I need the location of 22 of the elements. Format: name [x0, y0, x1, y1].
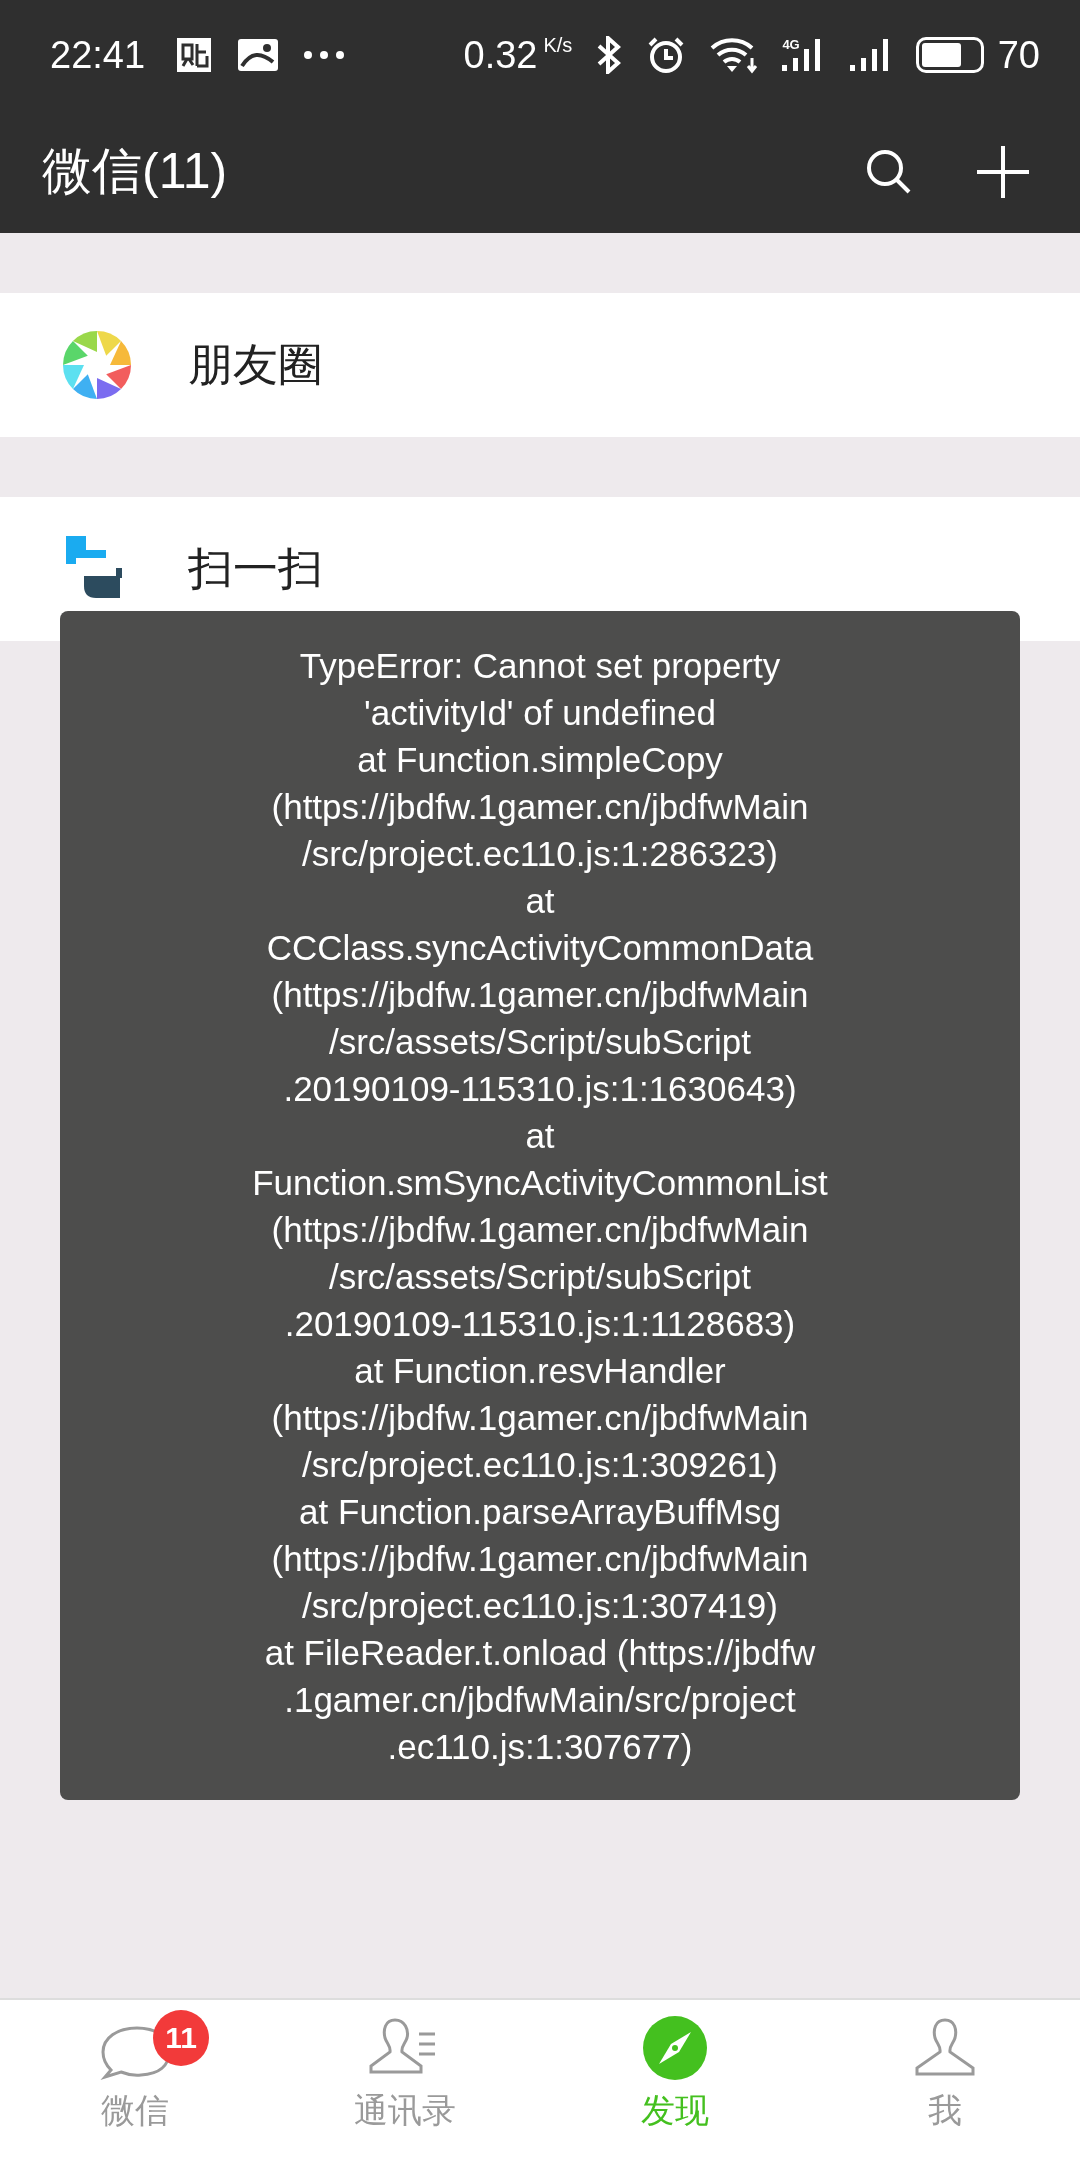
- menu-item[interactable]: 朋友圈: [0, 293, 1080, 437]
- paste-notification-icon: [175, 36, 214, 74]
- nav-tab[interactable]: 我: [810, 2000, 1080, 2160]
- clock-time: 22:41: [50, 33, 146, 77]
- battery-icon: [915, 37, 984, 73]
- nav-tab[interactable]: 发现: [540, 2000, 810, 2160]
- error-message: TypeError: Cannot set property 'activityId' of undefined at Function.simpleCopy (https://jbdfw.1gamer.cn/jbdfwMain /src/project.ec110.js:1:286323) at CCClass.syncActivityCommonData (https://jbdfw.1gamer.cn/jbdfwMain /src/assets/Script/subScript .20190109-115310.js:1:1630643) at Function.smSyncActivityCommonList (https://jbdfw.1gamer.cn/jbdfwMain /src/assets/Script/subScript .20190109-115310.js:1:1128683) at Function.resvHandler (https://jbdfw.1gamer.cn/jbdfwMain /src/project.ec110.js:1:309261) at Function.parseArrayBuffMsg (https://jbdfw.1gamer.cn/jbdfwMain /src/project.ec110.js:1:307419) at FileReader.t.onload (https://jbdfw .1gamer.cn/jbdfwMain/src/project .ec110.js:1:307677): [252, 644, 828, 1768]
- image-notification-icon: [237, 38, 280, 72]
- add-icon[interactable]: [976, 144, 1030, 199]
- bluetooth-icon: [596, 36, 623, 74]
- nav-tab[interactable]: 通讯录: [270, 2000, 540, 2160]
- aperture-icon: [62, 330, 132, 400]
- unread-count: 11: [153, 2010, 209, 2066]
- search-icon[interactable]: [866, 148, 912, 195]
- battery-percent: 70: [997, 33, 1040, 77]
- speed-unit: K/s: [543, 34, 573, 57]
- nav-tab[interactable]: 11 微信: [0, 2000, 270, 2160]
- app-title: 微信(11): [42, 142, 228, 201]
- more-dots-icon: [303, 50, 346, 60]
- wifi-icon: [710, 36, 759, 74]
- network-speed: 0.32: [463, 33, 538, 77]
- network-type: 4G: [782, 37, 800, 52]
